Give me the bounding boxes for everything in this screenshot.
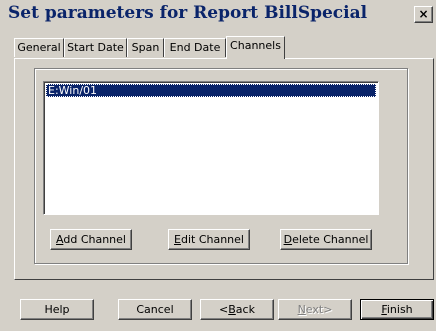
tab-end-date[interactable]: End Date	[164, 38, 226, 57]
back-prefix: <	[219, 303, 229, 316]
list-item[interactable]: E:Win/01	[46, 84, 376, 97]
channels-tab-panel: E:Win/01 Add Channel Edit Channel Delete…	[14, 58, 434, 280]
cancel-button[interactable]: Cancel	[118, 299, 192, 320]
edit-label: dit Channel	[180, 233, 244, 246]
channels-listbox[interactable]: E:Win/01	[43, 81, 379, 215]
finish-label: inish	[386, 303, 413, 316]
next-mnemonic: N	[297, 303, 306, 316]
add-label: dd Channel	[63, 233, 126, 246]
tab-general[interactable]: General	[14, 38, 64, 57]
back-label: ack	[235, 303, 255, 316]
tab-start-date[interactable]: Start Date	[64, 38, 127, 57]
delete-mnemonic: D	[283, 233, 293, 246]
delete-label: elete Channel	[292, 233, 369, 246]
delete-channel-button[interactable]: Delete Channel	[280, 229, 372, 250]
back-mnemonic: B	[228, 303, 236, 316]
title-bar: Set parameters for Report BillSpecial ×	[0, 0, 436, 28]
next-button[interactable]: Next>	[278, 299, 352, 320]
edit-mnemonic: E	[174, 233, 181, 246]
channels-group: E:Win/01 Add Channel Edit Channel Delete…	[34, 68, 408, 264]
next-label: ext>	[305, 303, 333, 316]
window-title: Set parameters for Report BillSpecial	[8, 3, 368, 23]
close-button[interactable]: ×	[414, 6, 433, 23]
finish-button[interactable]: Finish	[360, 299, 434, 320]
close-icon: ×	[418, 7, 429, 21]
back-button[interactable]: <Back	[200, 299, 274, 320]
tab-span[interactable]: Span	[127, 38, 164, 57]
tab-channels[interactable]: Channels	[226, 36, 285, 59]
add-channel-button[interactable]: Add Channel	[50, 229, 132, 250]
edit-channel-button[interactable]: Edit Channel	[168, 229, 250, 250]
help-button[interactable]: Help	[20, 299, 94, 320]
